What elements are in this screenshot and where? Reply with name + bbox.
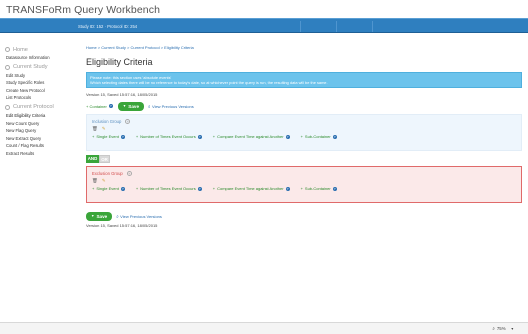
- sidebar-item-extract-results[interactable]: Extract Results: [0, 150, 80, 158]
- help-icon[interactable]: ?: [197, 186, 202, 191]
- exclusion-options: + Single Event? + Number of Times Event Oc…: [92, 185, 516, 192]
- search-icon: ⌕: [148, 103, 151, 109]
- chevron-down-icon[interactable]: ▼: [511, 327, 514, 331]
- add-circle-icon[interactable]: +: [126, 170, 132, 176]
- zoom-icon: ⌕: [492, 326, 495, 331]
- help-icon[interactable]: ?: [332, 134, 337, 139]
- view-previous-versions-link[interactable]: ⌕ View Previous Versions: [116, 214, 162, 219]
- sidebar-heading-current-protocol[interactable]: Current Protocol: [0, 103, 80, 112]
- breadcrumb[interactable]: Home > Current Study > Current Protocol …: [86, 44, 522, 52]
- add-single-event[interactable]: + Single Event?: [92, 186, 125, 191]
- info-line: Which selecting dates there will be no r…: [90, 80, 328, 86]
- exclusion-group: Exclusion Group + 🗑 ✎ + Single Event? + Nu…: [86, 166, 522, 203]
- exclusion-group-title: Exclusion Group +: [92, 170, 132, 176]
- help-icon[interactable]: ?: [332, 186, 337, 191]
- plus-icon: +: [92, 134, 95, 139]
- sidebar-item-create-new-protocol[interactable]: Create New Protocol: [0, 87, 80, 95]
- add-sub-container[interactable]: + Sub-Container?: [301, 186, 337, 191]
- protocol-icon: [5, 104, 10, 110]
- nav-divider: [372, 21, 373, 32]
- page-title: Eligibility Criteria: [86, 57, 153, 67]
- sidebar-item-count-flag-results[interactable]: Count / Flag Results: [0, 142, 80, 150]
- save-button[interactable]: ▼ Save: [86, 211, 113, 221]
- version-text: Version 15, Saved 15:57:16, 18/05/2015: [86, 223, 158, 228]
- sidebar-item-study-specific-roles[interactable]: Study Specific Roles: [0, 79, 80, 87]
- and-or-toggle[interactable]: AND OR: [86, 155, 522, 163]
- trash-icon[interactable]: 🗑: [92, 178, 98, 184]
- home-icon: [5, 47, 10, 52]
- sidebar-item-list-protocols[interactable]: List Protocols: [0, 94, 80, 102]
- add-single-event[interactable]: + Single Event?: [92, 134, 125, 139]
- add-compare-event-time[interactable]: + Compare Event Time against Another?: [213, 134, 290, 139]
- or-toggle-option[interactable]: OR: [99, 155, 110, 163]
- pencil-icon[interactable]: ✎: [102, 126, 106, 132]
- sidebar-item-new-extract-query[interactable]: New Extract Query: [0, 135, 80, 143]
- sidebar-item-new-flag-query[interactable]: New Flag Query: [0, 127, 80, 135]
- plus-icon: +: [212, 186, 216, 191]
- help-icon[interactable]: ?: [285, 186, 290, 191]
- sidebar-item-datasource-information[interactable]: Datasource Information: [0, 54, 80, 62]
- plus-icon: +: [92, 186, 95, 191]
- add-compare-event-time[interactable]: + Compare Event Time against Another?: [213, 186, 290, 191]
- add-sub-container[interactable]: + Sub-Container?: [301, 134, 337, 139]
- add-circle-icon[interactable]: +: [125, 118, 131, 124]
- info-notice: Please note: this section uses 'absolute…: [86, 72, 522, 88]
- plus-icon: +: [300, 186, 303, 191]
- sidebar-heading-current-study[interactable]: Current Study: [0, 63, 80, 72]
- nav-divider: [300, 21, 301, 32]
- inclusion-options: + Single Event? + Number of Times Event Oc…: [92, 133, 516, 140]
- add-number-of-times-event-occurs[interactable]: + Number of Times Event Occurs?: [136, 134, 202, 139]
- nav-divider: [336, 21, 337, 32]
- save-button[interactable]: ▼ Save: [117, 101, 144, 111]
- study-icon: [5, 64, 10, 70]
- plus-icon: +: [135, 134, 139, 139]
- help-icon[interactable]: ?: [108, 104, 113, 108]
- toolbar-row: + Container ? ▼ Save ⌕ View Previous Ver…: [86, 101, 522, 111]
- inclusion-group-title: Inclusion Group +: [92, 118, 131, 124]
- plus-icon: +: [212, 134, 216, 139]
- pencil-icon[interactable]: ✎: [102, 178, 106, 184]
- help-icon[interactable]: ?: [197, 134, 202, 139]
- help-icon[interactable]: ?: [120, 186, 125, 191]
- sidebar: Home Datasource Information Current Stud…: [0, 44, 80, 158]
- app-title: TRANSFoRm Query Workbench: [6, 4, 161, 16]
- version-text: Version 15, Saved 15:57:16, 18/05/2015: [86, 92, 158, 97]
- top-bar: Study ID: 152 · Protocol ID: 254: [0, 18, 528, 33]
- view-previous-versions-link[interactable]: ⌕ View Previous Versions: [148, 104, 194, 109]
- sidebar-item-new-count-query[interactable]: New Count Query: [0, 120, 80, 128]
- help-icon[interactable]: ?: [120, 134, 125, 139]
- help-icon[interactable]: ?: [285, 134, 290, 139]
- inclusion-group: Inclusion Group + 🗑 ✎ + Single Event? + Nu…: [86, 114, 522, 151]
- status-bar: ⌕ 75% ▼: [0, 322, 528, 334]
- and-toggle-option[interactable]: AND: [86, 155, 99, 163]
- study-info: Study ID: 152 · Protocol ID: 254: [78, 24, 138, 29]
- sidebar-heading-home[interactable]: Home: [0, 45, 80, 54]
- add-number-of-times-event-occurs[interactable]: + Number of Times Event Occurs?: [136, 186, 202, 191]
- sidebar-item-edit-eligibility-criteria[interactable]: Edit Eligibility Criteria: [0, 112, 80, 120]
- container-link[interactable]: + Container ?: [86, 104, 113, 109]
- sidebar-item-edit-study[interactable]: Edit Study: [0, 72, 80, 80]
- plus-icon: +: [300, 134, 303, 139]
- group-tools: 🗑 ✎: [92, 177, 516, 184]
- zoom-control[interactable]: ⌕ 75% ▼: [492, 326, 514, 331]
- bottom-toolbar: ▼ Save ⌕ View Previous Versions: [86, 211, 522, 221]
- main-content: Home > Current Study > Current Protocol …: [86, 44, 522, 228]
- save-icon: ▼: [91, 214, 95, 218]
- plus-icon: +: [135, 186, 139, 191]
- save-icon: ▼: [122, 104, 127, 108]
- trash-icon[interactable]: 🗑: [92, 126, 98, 132]
- search-icon: ⌕: [116, 213, 119, 219]
- group-tools: 🗑 ✎: [92, 125, 516, 132]
